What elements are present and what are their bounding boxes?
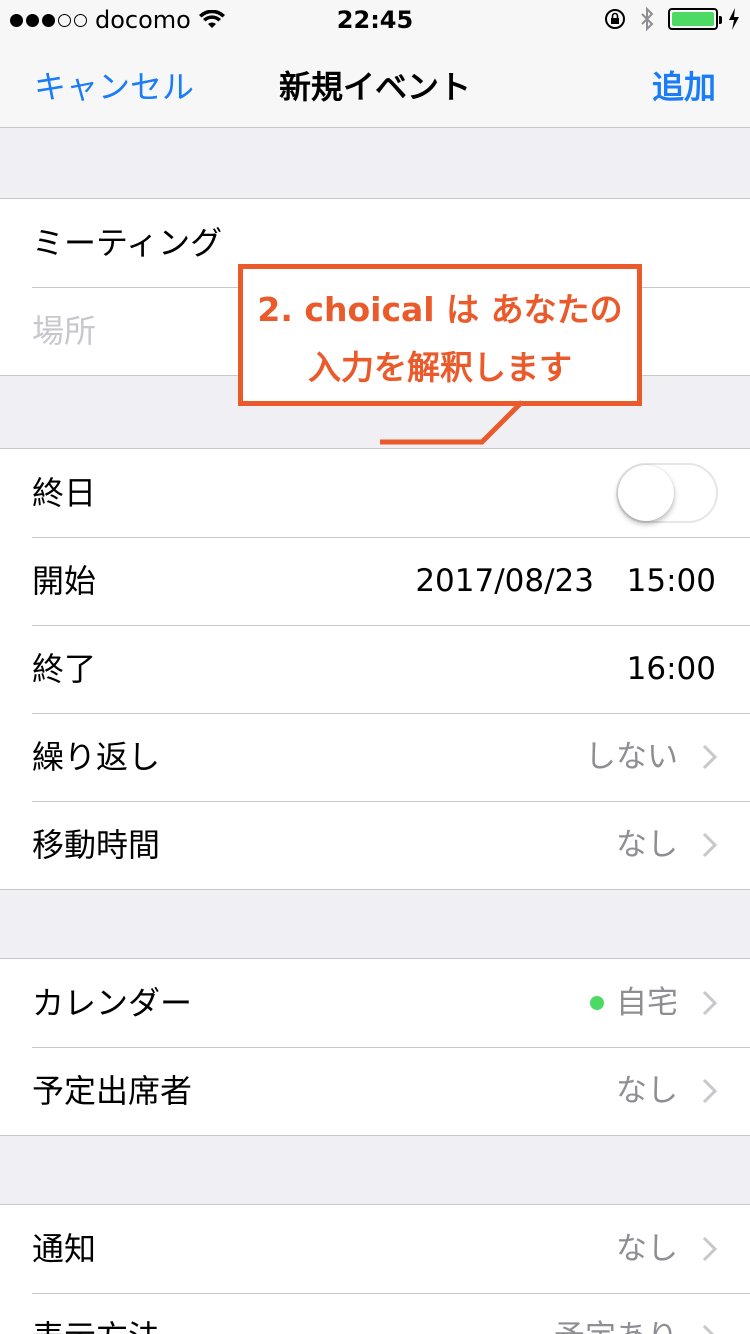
chevron-right-icon [702, 744, 718, 770]
alert-row[interactable]: 通知 なし [0, 1205, 750, 1293]
annotation-callout: 2. choical は あなたの 入力を解釈します [238, 264, 642, 406]
annotation-line-2: 入力を解釈します [308, 348, 572, 387]
alert-label: 通知 [32, 1230, 97, 1268]
show-as-label: 表示方法 [32, 1293, 160, 1334]
chevron-right-icon [702, 990, 718, 1016]
show-as-row[interactable]: 表示方法 予定あり [0, 1293, 750, 1334]
location-placeholder: 場所 [32, 312, 97, 350]
repeat-value: しない [585, 739, 678, 775]
travel-time-label: 移動時間 [32, 826, 161, 864]
end-time: 16:00 [626, 651, 716, 687]
navigation-bar: キャンセル 新規イベント 追加 [0, 40, 750, 128]
annotation-line-1: 2. choical は あなたの [257, 290, 623, 329]
all-day-label: 終日 [32, 474, 97, 512]
start-time: 15:00 [626, 563, 716, 599]
chevron-right-icon [702, 1078, 718, 1104]
calendar-value: 自宅 [616, 985, 678, 1021]
chevron-right-icon [702, 1324, 715, 1334]
charging-icon [729, 8, 739, 30]
bluetooth-icon [641, 6, 654, 32]
page-title: 新規イベント [278, 68, 471, 106]
chevron-right-icon [702, 1236, 718, 1262]
schedule-group: 終日 開始 2017/08/23 15:00 終了 16:00 繰り返し しない… [0, 448, 750, 890]
status-bar: docomo 22:45 [0, 0, 750, 40]
calendar-color-dot [590, 996, 604, 1010]
calendar-group: カレンダー 自宅 予定出席者 なし [0, 958, 750, 1136]
calendar-row[interactable]: カレンダー 自宅 [0, 959, 750, 1047]
all-day-row: 終日 [0, 449, 750, 537]
start-label: 開始 [32, 562, 97, 600]
add-button[interactable]: 追加 [652, 62, 716, 108]
invitees-value: なし [616, 1073, 678, 1109]
end-row[interactable]: 終了 16:00 [0, 625, 750, 713]
show-as-value: 予定あり [554, 1293, 678, 1334]
status-right [604, 6, 740, 32]
battery-icon [668, 8, 722, 30]
callout-pointer [380, 400, 524, 445]
travel-time-row[interactable]: 移動時間 なし [0, 801, 750, 889]
repeat-row[interactable]: 繰り返し しない [0, 713, 750, 801]
title-value: ミーティング [32, 224, 223, 262]
alert-value: なし [616, 1231, 678, 1267]
invitees-label: 予定出席者 [32, 1072, 193, 1110]
repeat-label: 繰り返し [32, 738, 161, 776]
invitees-row[interactable]: 予定出席者 なし [0, 1047, 750, 1135]
start-date: 2017/08/23 [415, 563, 594, 599]
chevron-right-icon [702, 832, 718, 858]
all-day-toggle[interactable] [616, 463, 718, 523]
alerts-group: 通知 なし 表示方法 予定あり [0, 1204, 750, 1334]
start-row[interactable]: 開始 2017/08/23 15:00 [0, 537, 750, 625]
travel-time-value: なし [616, 827, 678, 863]
calendar-label: カレンダー [32, 984, 193, 1022]
toggle-knob [618, 465, 674, 521]
end-label: 終了 [32, 650, 97, 688]
orientation-lock-icon [605, 9, 625, 29]
